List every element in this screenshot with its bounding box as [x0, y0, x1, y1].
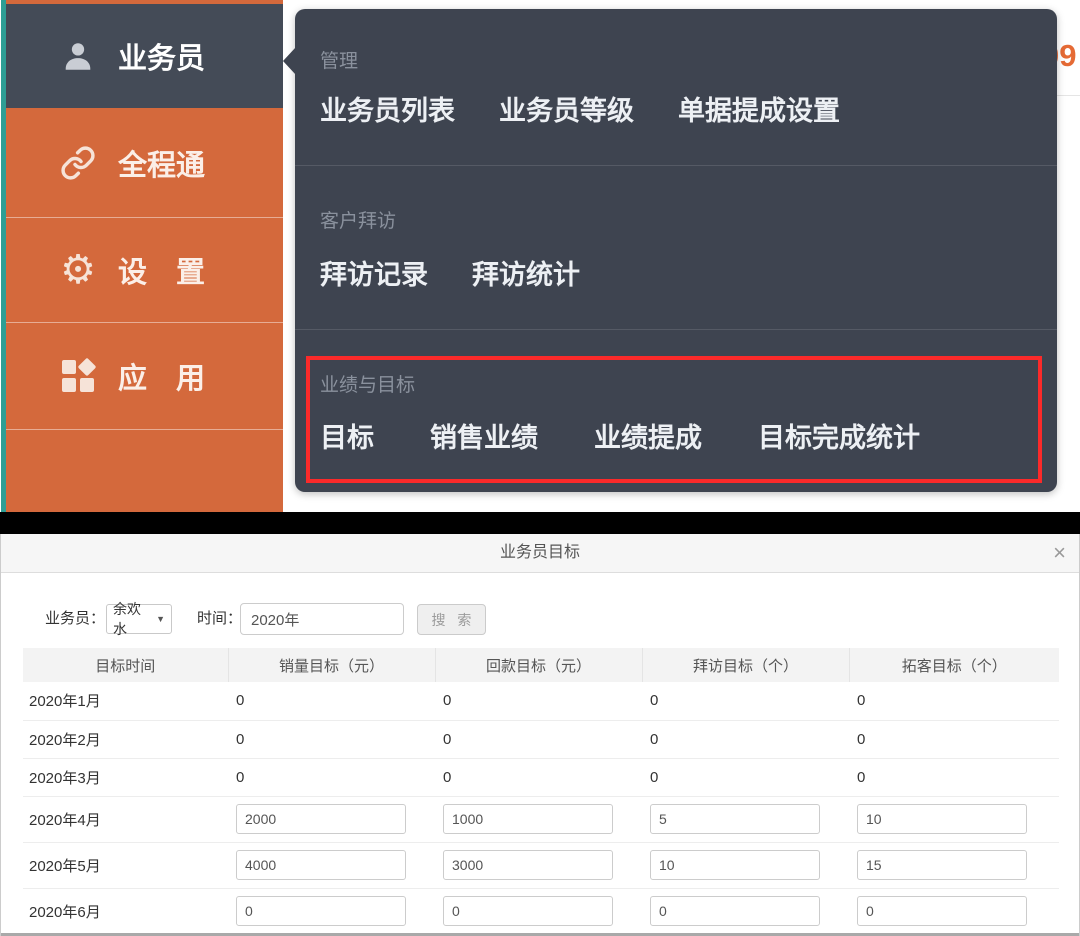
- gear-icon: ⚙: [58, 250, 98, 290]
- goal-value-input[interactable]: [857, 804, 1027, 834]
- goal-table: 目标时间 销量目标（元） 回款目标（元） 拜访目标（个） 拓客目标（个） 202…: [23, 648, 1059, 935]
- menu-item-sales-performance[interactable]: 销售业绩: [430, 421, 538, 455]
- goal-value-input[interactable]: [650, 896, 820, 926]
- month-cell: 2020年1月: [23, 682, 228, 720]
- value-cell: 0: [849, 682, 1059, 720]
- table-row: 2020年4月: [23, 796, 1059, 842]
- col-header-goal-time: 目标时间: [23, 648, 228, 682]
- col-header-sales-goal: 销量目标（元）: [228, 648, 435, 682]
- sidebar-item-apps[interactable]: 应 用: [6, 323, 283, 430]
- table-row: 2020年6月: [23, 888, 1059, 934]
- person-icon: [58, 36, 98, 76]
- sidebar-item-settings[interactable]: ⚙ 设 置: [6, 218, 283, 323]
- goal-value-input[interactable]: [650, 804, 820, 834]
- close-icon[interactable]: ×: [1053, 541, 1066, 565]
- salesperson-goal-modal: 业务员目标 × 业务员： 余欢水 ▼ 时间： 搜 索 目标时间 销量目标（元） …: [0, 534, 1080, 936]
- goal-value-input[interactable]: [443, 896, 613, 926]
- flyout-divider: [295, 165, 1057, 166]
- red-highlight-box: [306, 356, 1042, 483]
- menu-item-visit-records[interactable]: 拜访记录: [320, 258, 428, 292]
- time-label: 时间：: [197, 603, 242, 635]
- month-cell: 2020年2月: [23, 720, 228, 758]
- value-cell: 0: [642, 758, 849, 796]
- month-cell: 2020年3月: [23, 758, 228, 796]
- menu-item-salesperson-grade[interactable]: 业务员等级: [499, 94, 634, 128]
- value-cell: 0: [435, 720, 642, 758]
- flyout-links-customer-visit: 拜访记录 拜访统计: [320, 258, 580, 292]
- sidebar-item-salesperson[interactable]: 业务员: [6, 4, 283, 108]
- sidebar-item-quanchengtong[interactable]: 全程通: [6, 108, 283, 218]
- menu-item-salesperson-list[interactable]: 业务员列表: [320, 94, 455, 128]
- modal-title: 业务员目标: [1, 534, 1079, 572]
- salesperson-flyout-menu: 管理 业务员列表 业务员等级 单据提成设置 客户拜访 拜访记录 拜访统计 业绩与…: [295, 9, 1057, 492]
- flyout-arrow: [283, 47, 296, 75]
- menu-item-goal-completion-statistics[interactable]: 目标完成统计: [758, 421, 920, 455]
- salesperson-select-value: 余欢水: [113, 599, 151, 639]
- flyout-section-title-customer-visit: 客户拜访: [320, 211, 396, 233]
- menu-item-performance-commission[interactable]: 业绩提成: [594, 421, 702, 455]
- flyout-links-management: 业务员列表 业务员等级 单据提成设置: [320, 94, 840, 128]
- col-header-visit-goal: 拜访目标（个）: [642, 648, 849, 682]
- goal-value-input[interactable]: [236, 896, 406, 926]
- table-row: 2020年3月 0 0 0 0: [23, 758, 1059, 796]
- goal-value-input[interactable]: [443, 850, 613, 880]
- table-row: 2020年2月 0 0 0 0: [23, 720, 1059, 758]
- screen: 业务员 全程通 ⚙ 设 置 应 用 09: [0, 0, 1080, 936]
- menu-item-goal[interactable]: 目标: [320, 421, 374, 455]
- salesperson-label: 业务员：: [45, 603, 105, 635]
- value-cell: 0: [849, 720, 1059, 758]
- col-header-prospecting-goal: 拓客目标（个）: [849, 648, 1059, 682]
- screenshot-separator-band: [0, 512, 1080, 534]
- sidebar-item-label: 应 用: [118, 355, 205, 397]
- value-cell: 0: [228, 682, 435, 720]
- value-cell: 0: [435, 758, 642, 796]
- sidebar-item-label: 全程通: [118, 142, 205, 184]
- modal-header: 业务员目标 ×: [1, 534, 1079, 573]
- month-cell: 2020年6月: [23, 888, 228, 934]
- salesperson-select[interactable]: 余欢水 ▼: [106, 604, 172, 634]
- background-divider-line: [1057, 95, 1080, 96]
- value-cell: 0: [642, 720, 849, 758]
- value-cell: 0: [849, 758, 1059, 796]
- month-cell: 2020年4月: [23, 796, 228, 842]
- value-cell: 0: [228, 758, 435, 796]
- menu-item-visit-statistics[interactable]: 拜访统计: [472, 258, 580, 292]
- col-header-payment-goal: 回款目标（元）: [435, 648, 642, 682]
- search-button[interactable]: 搜 索: [417, 604, 486, 635]
- table-row: 2020年5月: [23, 842, 1059, 888]
- flyout-divider: [295, 329, 1057, 330]
- table-header-row: 目标时间 销量目标（元） 回款目标（元） 拜访目标（个） 拓客目标（个）: [23, 648, 1059, 682]
- goal-value-input[interactable]: [236, 850, 406, 880]
- goal-value-input[interactable]: [236, 804, 406, 834]
- goal-value-input[interactable]: [443, 804, 613, 834]
- value-cell: 0: [228, 720, 435, 758]
- time-input[interactable]: [240, 603, 404, 635]
- top-section: 业务员 全程通 ⚙ 设 置 应 用 09: [0, 0, 1080, 512]
- flyout-links-performance-goals: 目标 销售业绩 业绩提成 目标完成统计: [320, 421, 920, 455]
- month-cell: 2020年5月: [23, 842, 228, 888]
- goal-value-input[interactable]: [857, 896, 1027, 926]
- link-icon: [58, 143, 98, 183]
- blocks-icon: [58, 356, 98, 396]
- flyout-section-title-management: 管理: [320, 51, 358, 73]
- chevron-down-icon: ▼: [156, 614, 165, 624]
- goal-value-input[interactable]: [857, 850, 1027, 880]
- value-cell: 0: [642, 682, 849, 720]
- sidebar: 业务员 全程通 ⚙ 设 置 应 用: [6, 0, 283, 512]
- goal-value-input[interactable]: [650, 850, 820, 880]
- value-cell: 0: [435, 682, 642, 720]
- flyout-section-title-performance-goals: 业绩与目标: [320, 375, 415, 397]
- search-form: 业务员： 余欢水 ▼ 时间： 搜 索: [1, 603, 1079, 637]
- table-row: 2020年1月 0 0 0 0: [23, 682, 1059, 720]
- sidebar-item-label: 设 置: [118, 249, 205, 291]
- sidebar-item-label: 业务员: [118, 35, 205, 77]
- menu-item-commission-setting[interactable]: 单据提成设置: [678, 94, 840, 128]
